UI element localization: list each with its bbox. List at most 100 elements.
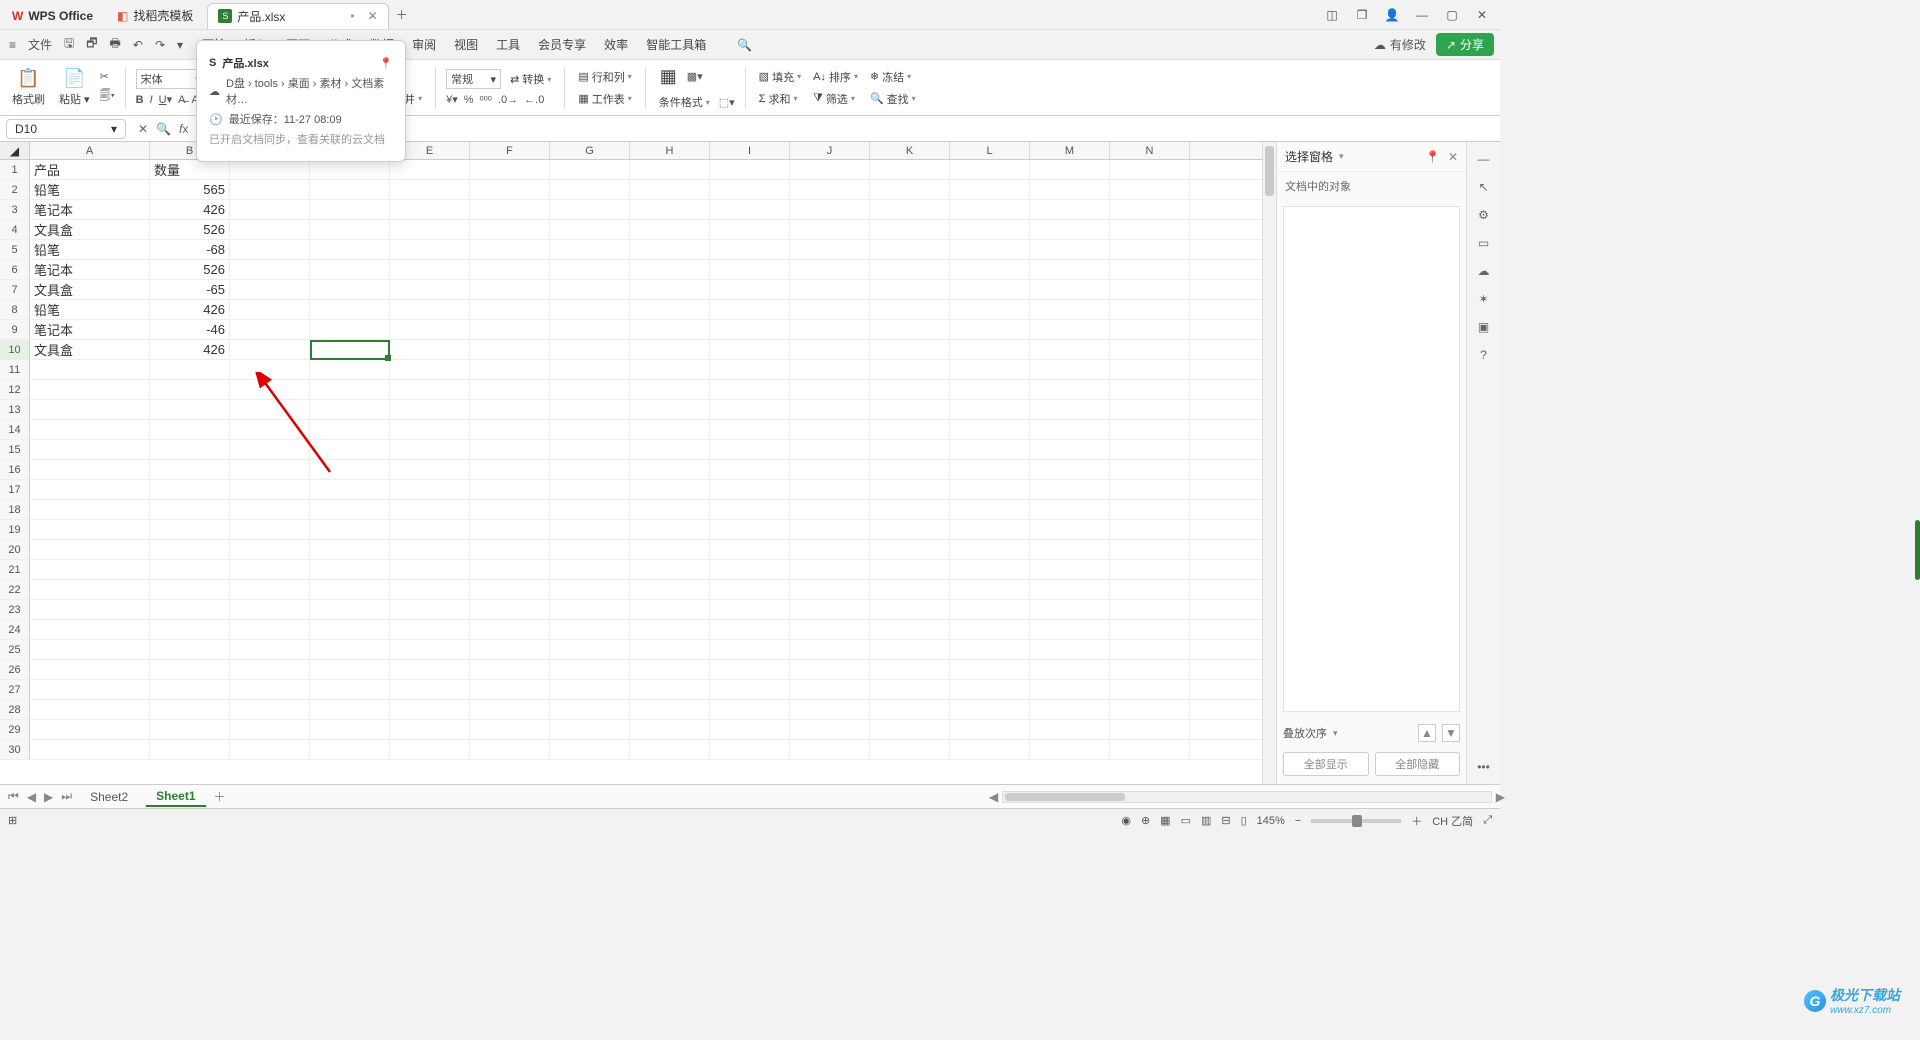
cell[interactable] bbox=[630, 160, 710, 179]
cell[interactable] bbox=[870, 340, 950, 359]
pin-pane-icon[interactable]: 📍 bbox=[1425, 150, 1440, 164]
cell[interactable] bbox=[1110, 640, 1190, 659]
row-header[interactable]: 24 bbox=[0, 620, 30, 639]
cell[interactable] bbox=[1030, 700, 1110, 719]
translate-icon[interactable]: ✶ bbox=[1478, 292, 1488, 306]
cell[interactable] bbox=[870, 380, 950, 399]
cell[interactable] bbox=[470, 260, 550, 279]
cell[interactable] bbox=[390, 160, 470, 179]
chevron-down-icon[interactable]: ▾ bbox=[1339, 151, 1344, 162]
sheet-nav-next-icon[interactable]: ▶ bbox=[44, 790, 53, 804]
cell[interactable] bbox=[1110, 180, 1190, 199]
cell[interactable] bbox=[950, 500, 1030, 519]
cell[interactable] bbox=[550, 180, 630, 199]
row-header[interactable]: 9 bbox=[0, 320, 30, 339]
cell[interactable] bbox=[230, 700, 310, 719]
cell[interactable] bbox=[1110, 500, 1190, 519]
cell[interactable] bbox=[790, 260, 870, 279]
close-icon[interactable]: ✕ bbox=[368, 9, 378, 23]
cell[interactable] bbox=[950, 520, 1030, 539]
cell[interactable] bbox=[390, 340, 470, 359]
cell[interactable] bbox=[150, 460, 230, 479]
cell[interactable] bbox=[550, 660, 630, 679]
cell[interactable] bbox=[470, 560, 550, 579]
cell[interactable] bbox=[30, 720, 150, 739]
decrease-decimal-icon[interactable]: ←.0 bbox=[524, 94, 544, 106]
select-tool-icon[interactable]: ↖ bbox=[1478, 180, 1488, 194]
cell[interactable] bbox=[550, 160, 630, 179]
cell[interactable] bbox=[470, 720, 550, 739]
cloud-sync-status[interactable]: ☁ 有修改 bbox=[1374, 36, 1426, 53]
cell[interactable] bbox=[950, 380, 1030, 399]
cell[interactable] bbox=[550, 600, 630, 619]
panel-icon[interactable]: ◫ bbox=[1324, 7, 1340, 23]
cell[interactable] bbox=[390, 380, 470, 399]
cell[interactable] bbox=[390, 220, 470, 239]
send-backward-button[interactable]: ▼ bbox=[1442, 724, 1460, 742]
cell[interactable] bbox=[1110, 340, 1190, 359]
cell[interactable] bbox=[870, 460, 950, 479]
cell[interactable] bbox=[390, 420, 470, 439]
cell[interactable] bbox=[790, 720, 870, 739]
eye-icon[interactable]: ◉ bbox=[1121, 814, 1131, 827]
cell[interactable] bbox=[310, 540, 390, 559]
cell[interactable] bbox=[1030, 260, 1110, 279]
cell[interactable] bbox=[390, 720, 470, 739]
cell[interactable] bbox=[390, 240, 470, 259]
cell[interactable] bbox=[630, 500, 710, 519]
ribbon-tab-view[interactable]: 视图 bbox=[454, 36, 478, 54]
cell[interactable] bbox=[790, 380, 870, 399]
cell[interactable] bbox=[230, 420, 310, 439]
show-all-button[interactable]: 全部显示 bbox=[1283, 752, 1369, 776]
cell[interactable] bbox=[1030, 220, 1110, 239]
cell[interactable] bbox=[550, 500, 630, 519]
cell-format-icon[interactable]: ⬚▾ bbox=[719, 96, 735, 109]
layout-columns-icon[interactable]: ▯ bbox=[1241, 814, 1247, 827]
cell[interactable] bbox=[630, 360, 710, 379]
cell[interactable] bbox=[310, 640, 390, 659]
col-header-A[interactable]: A bbox=[30, 142, 150, 159]
cell[interactable] bbox=[550, 380, 630, 399]
cell[interactable] bbox=[630, 180, 710, 199]
cell[interactable] bbox=[230, 560, 310, 579]
ribbon-tab-efficiency[interactable]: 效率 bbox=[604, 36, 628, 54]
cell[interactable] bbox=[30, 380, 150, 399]
cell[interactable] bbox=[710, 600, 790, 619]
cell[interactable] bbox=[1110, 300, 1190, 319]
cell[interactable] bbox=[710, 360, 790, 379]
cell[interactable] bbox=[950, 640, 1030, 659]
cell[interactable] bbox=[550, 580, 630, 599]
row-header[interactable]: 1 bbox=[0, 160, 30, 179]
cell[interactable] bbox=[550, 700, 630, 719]
cell[interactable] bbox=[710, 260, 790, 279]
increase-decimal-icon[interactable]: .0→ bbox=[498, 94, 518, 106]
cell[interactable] bbox=[470, 580, 550, 599]
name-box[interactable]: D10 ▾ bbox=[6, 119, 126, 139]
cell[interactable] bbox=[150, 560, 230, 579]
file-menu[interactable]: 文件 bbox=[25, 34, 55, 55]
cell[interactable]: 铅笔 bbox=[30, 300, 150, 319]
cell[interactable] bbox=[1110, 740, 1190, 759]
zoom-slider[interactable] bbox=[1311, 819, 1401, 823]
convert-button[interactable]: ⇄ 转换▾ bbox=[507, 70, 554, 88]
zoom-value[interactable]: 145% bbox=[1257, 815, 1285, 827]
cell[interactable] bbox=[630, 240, 710, 259]
cell[interactable] bbox=[310, 660, 390, 679]
cell[interactable] bbox=[950, 580, 1030, 599]
cell[interactable] bbox=[30, 680, 150, 699]
cell[interactable] bbox=[870, 220, 950, 239]
cell[interactable] bbox=[390, 400, 470, 419]
cell[interactable] bbox=[1030, 460, 1110, 479]
backup-icon[interactable]: ☁ bbox=[1478, 264, 1490, 278]
cell[interactable] bbox=[390, 480, 470, 499]
cell[interactable] bbox=[870, 420, 950, 439]
col-header-L[interactable]: L bbox=[950, 142, 1030, 159]
cell[interactable] bbox=[1030, 420, 1110, 439]
clipboard-side-icon[interactable]: ▭ bbox=[1478, 236, 1489, 250]
cell[interactable] bbox=[150, 640, 230, 659]
cell[interactable] bbox=[150, 620, 230, 639]
row-header[interactable]: 27 bbox=[0, 680, 30, 699]
cell[interactable] bbox=[950, 280, 1030, 299]
cell[interactable] bbox=[30, 620, 150, 639]
cell[interactable] bbox=[230, 640, 310, 659]
